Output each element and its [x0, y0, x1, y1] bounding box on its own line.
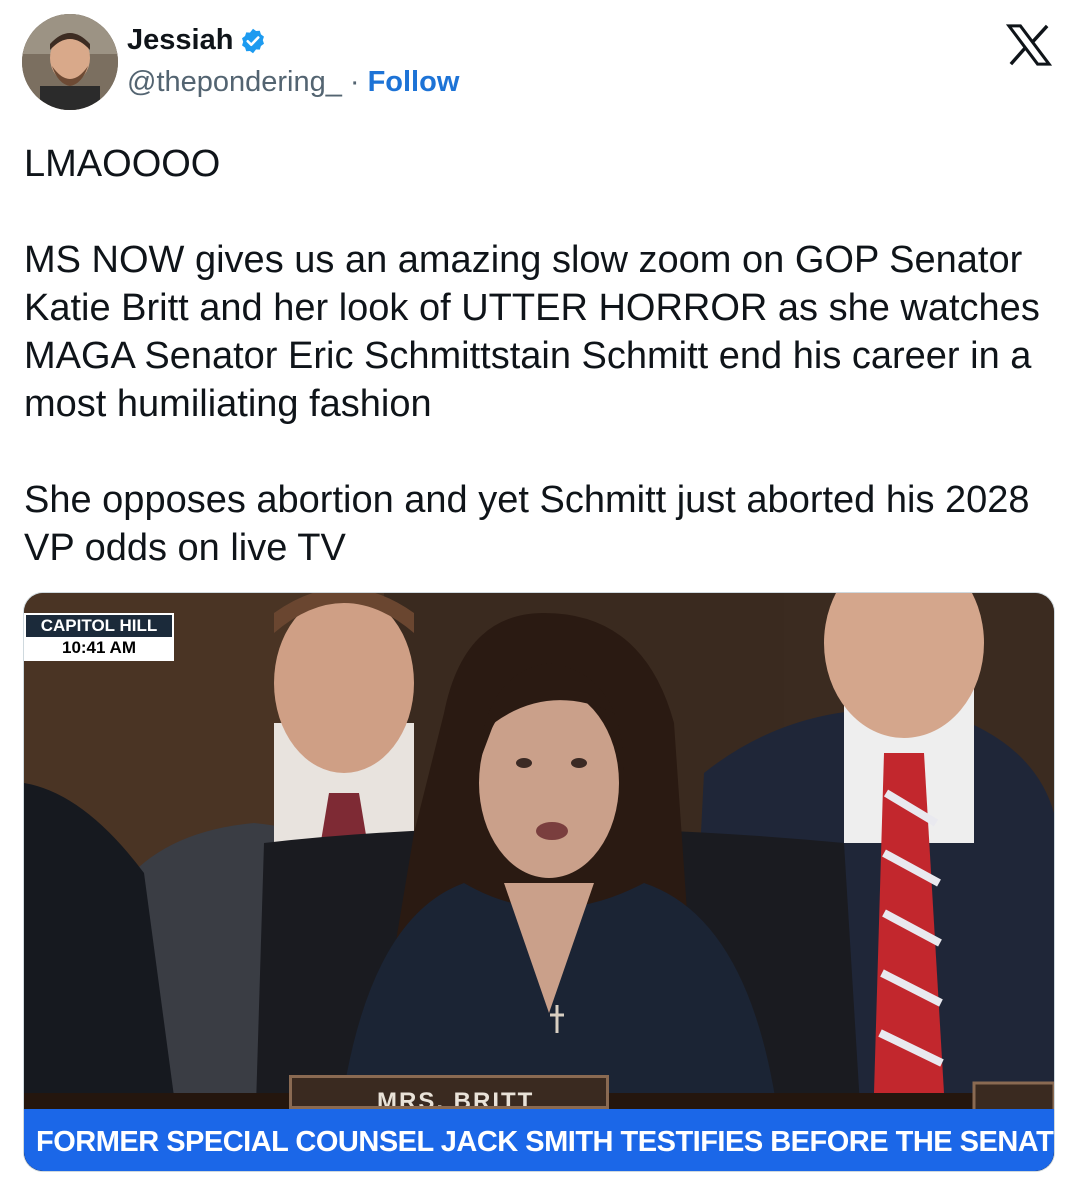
nameplate-text: MRS. BRITT	[377, 1088, 535, 1109]
x-logo-icon[interactable]	[1006, 24, 1052, 66]
tweet-text: LMAOOOO MS NOW gives us an amazing slow …	[24, 143, 1040, 569]
bug-time: 10:41 AM	[26, 637, 172, 659]
separator-dot: ·	[349, 66, 360, 98]
author-handle-row: @thepondering_ · Follow	[127, 66, 459, 99]
author-handle[interactable]: @thepondering_	[127, 66, 342, 99]
senator-nameplate: MRS. BRITT	[289, 1075, 609, 1109]
bug-location: CAPITOL HILL	[26, 615, 172, 637]
follow-button[interactable]: Follow	[368, 66, 460, 99]
location-time-bug: CAPITOL HILL 10:41 AM	[24, 613, 174, 661]
verified-badge-icon	[242, 28, 265, 53]
author-name[interactable]: Jessiah	[127, 24, 233, 57]
news-chyron: FORMER SPECIAL COUNSEL JACK SMITH TESTIF…	[24, 1109, 1054, 1171]
avatar[interactable]	[22, 14, 118, 110]
tweet-media[interactable]: CAPITOL HILL 10:41 AM MRS. BRITT FORMER …	[23, 592, 1055, 1172]
author-name-row: Jessiah	[127, 24, 267, 57]
